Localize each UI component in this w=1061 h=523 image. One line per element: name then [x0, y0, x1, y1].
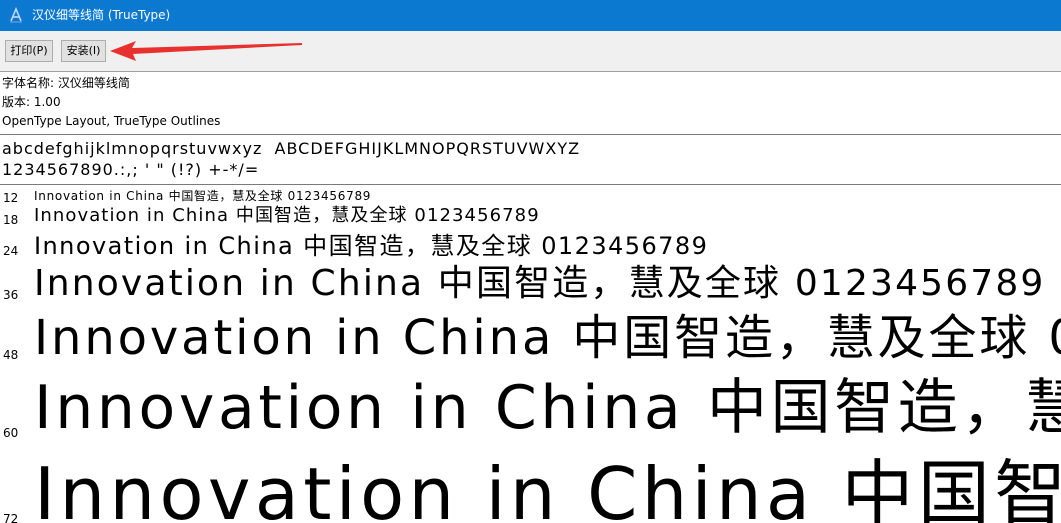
window-title: 汉仪细等线简 (TrueType) — [32, 8, 171, 22]
font-name-line: 字体名称: 汉仪细等线简 — [2, 76, 130, 90]
size-label: 18 — [3, 213, 19, 227]
annotation-arrow-icon — [110, 41, 302, 61]
sample-text: Innovation in China 中国智造，慧及全球 0123456789 — [34, 376, 1061, 443]
font-outline-line: OpenType Layout, TrueType Outlines — [2, 114, 221, 128]
sample-text: Innovation in China 中国智造，慧及全球 0123456789 — [34, 232, 709, 260]
sample-text: Innovation in China 中国智造，慧及全球 0123456789 — [34, 312, 1061, 366]
print-button[interactable]: 打印(P) — [5, 40, 53, 62]
install-button[interactable]: 安装(I) — [61, 40, 106, 62]
divider — [0, 184, 1061, 185]
sample-row: 18 Innovation in China 中国智造，慧及全球 0123456… — [0, 205, 1061, 232]
size-label: 36 — [3, 288, 19, 302]
size-label: 48 — [3, 348, 19, 362]
sample-text: Innovation in China 中国智造，慧及全球 0123456789 — [34, 264, 1046, 304]
title-bar: 汉仪细等线简 (TrueType) — [0, 0, 1061, 31]
sample-row: 24 Innovation in China 中国智造，慧及全球 0123456… — [0, 232, 1061, 264]
glyph-preview-letters: abcdefghijklmnopqrstuvwxyz ABCDEFGHIJKLM… — [2, 139, 581, 158]
sample-row: 48 Innovation in China 中国智造，慧及全球 0123456… — [0, 312, 1061, 376]
size-label: 60 — [3, 426, 19, 440]
sample-row: 36 Innovation in China 中国智造，慧及全球 0123456… — [0, 264, 1061, 312]
sample-text: Innovation in China 中国智造，慧及全球 0123456789 — [34, 205, 540, 226]
size-label: 24 — [3, 244, 19, 258]
sample-text: Innovation in China 中国智造，慧及全球 0123456789 — [34, 189, 372, 203]
size-label: 72 — [3, 512, 19, 523]
sample-row: 60 Innovation in China 中国智造，慧及全球 0123456… — [0, 376, 1061, 454]
sample-row: 12 Innovation in China 中国智造，慧及全球 0123456… — [0, 188, 1061, 205]
divider — [0, 134, 1061, 135]
sample-row: 72 Innovation in China 中国智造，慧及全球 0123456… — [0, 454, 1061, 523]
font-file-icon — [10, 7, 22, 23]
size-label: 12 — [3, 191, 19, 205]
glyph-preview-symbols: 1234567890.:,; ' " (!?) +-*/= — [2, 160, 260, 179]
font-version-line: 版本: 1.00 — [2, 95, 61, 109]
sample-text: Innovation in China 中国智造，慧及全球 0123456789 — [34, 454, 1061, 523]
